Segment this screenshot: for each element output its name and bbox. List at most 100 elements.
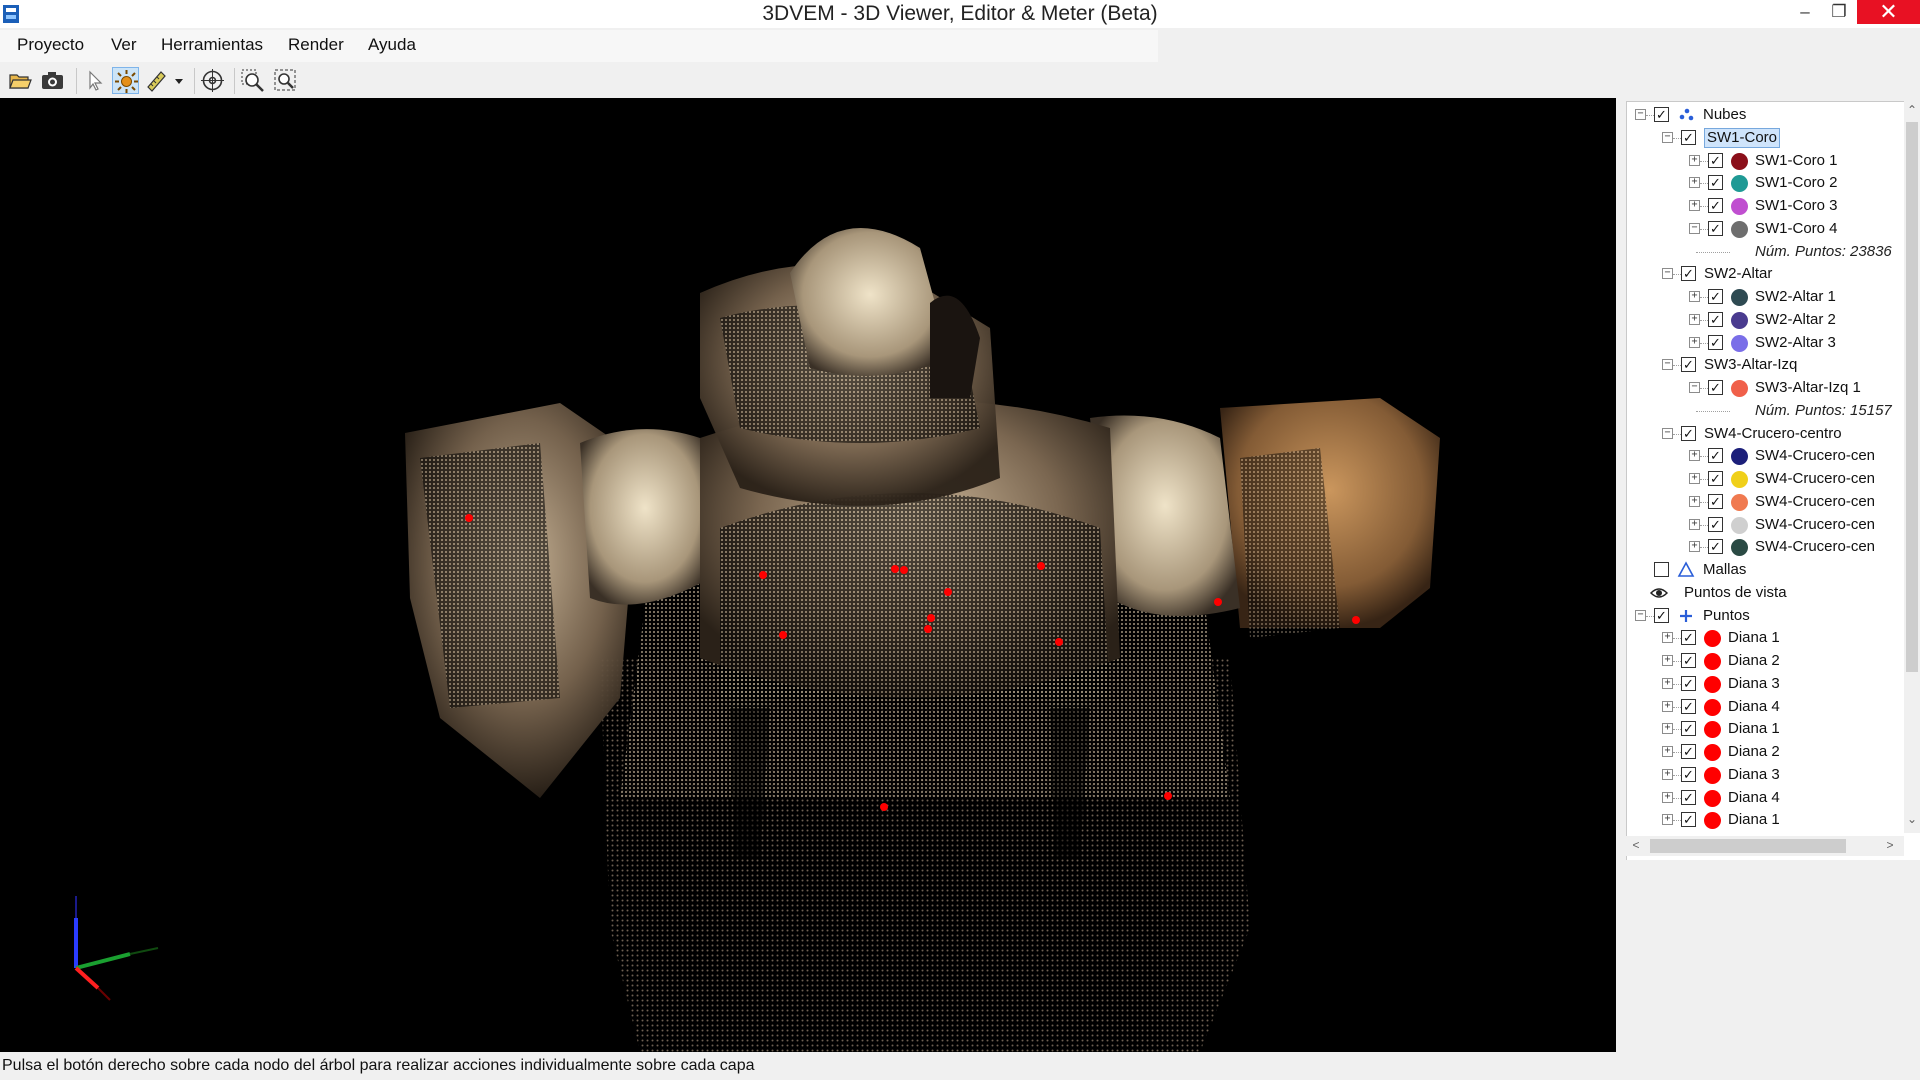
tree-node[interactable]: + ✓ Diana 2 [1627, 741, 1905, 763]
expand-toggle-icon[interactable]: + [1662, 700, 1673, 712]
point-cloud-render[interactable] [0, 98, 1616, 1052]
visibility-checkbox[interactable]: ✓ [1708, 198, 1723, 213]
zoom-extents-icon[interactable] [272, 67, 299, 94]
menu-ver[interactable]: Ver [111, 35, 137, 55]
tree-node-label[interactable]: SW1-Coro 2 [1755, 172, 1838, 194]
expand-toggle-icon[interactable]: + [1689, 450, 1700, 462]
tree-node[interactable]: Mallas [1627, 559, 1905, 581]
tree-node[interactable]: − ✓ SW3-Altar-Izq [1627, 354, 1905, 376]
collapse-toggle-icon[interactable]: − [1689, 382, 1700, 393]
tree-node-label[interactable]: SW2-Altar 3 [1755, 332, 1836, 354]
tree-node-label[interactable]: Diana 2 [1728, 650, 1780, 672]
expand-toggle-icon[interactable]: + [1662, 791, 1673, 803]
expand-toggle-icon[interactable]: + [1662, 655, 1673, 666]
open-folder-icon[interactable] [6, 67, 33, 94]
tree-node-label[interactable]: SW3-Altar-Izq [1704, 354, 1797, 376]
menu-render[interactable]: Render [288, 35, 344, 55]
select-cursor-icon[interactable] [81, 67, 108, 94]
tree-node[interactable]: + ✓ SW4-Crucero-cen [1627, 514, 1905, 536]
visibility-checkbox[interactable]: ✓ [1708, 220, 1723, 236]
expand-toggle-icon[interactable]: + [1689, 518, 1700, 530]
sun-light-icon[interactable] [112, 67, 139, 94]
tree-node[interactable]: − ✓ SW1-Coro [1627, 127, 1905, 149]
measure-ruler-icon[interactable] [143, 67, 170, 94]
visibility-checkbox[interactable]: ✓ [1681, 675, 1696, 691]
visibility-checkbox[interactable]: ✓ [1708, 448, 1723, 464]
visibility-checkbox[interactable]: ✓ [1681, 766, 1696, 782]
tree-node[interactable]: + ✓ Diana 4 [1627, 787, 1905, 809]
tree-node-label[interactable]: SW4-Crucero-cen [1755, 536, 1875, 558]
visibility-checkbox[interactable]: ✓ [1681, 698, 1696, 714]
tree-node[interactable]: + ✓ SW1-Coro 1 [1627, 150, 1905, 172]
scroll-right-arrow[interactable]: > [1882, 838, 1898, 852]
target-orbit-icon[interactable] [199, 67, 226, 94]
tree-node-label[interactable]: Diana 2 [1728, 741, 1780, 763]
expand-toggle-icon[interactable]: + [1689, 154, 1700, 166]
tree-node-label[interactable]: Diana 4 [1728, 787, 1780, 809]
tree-node-label[interactable]: Mallas [1703, 559, 1746, 581]
collapse-toggle-icon[interactable]: − [1662, 427, 1673, 439]
tree-node-label[interactable]: SW2-Altar [1704, 263, 1772, 285]
visibility-checkbox[interactable]: ✓ [1654, 607, 1669, 623]
tree-node[interactable]: + ✓ SW4-Crucero-cen [1627, 468, 1905, 490]
scroll-left-arrow[interactable]: < [1628, 838, 1644, 852]
expand-toggle-icon[interactable]: + [1662, 746, 1673, 757]
minimize-button[interactable]: – [1786, 0, 1824, 24]
horizontal-scroll-thumb[interactable] [1650, 839, 1846, 853]
tree-node-label[interactable]: SW4-Crucero-centro [1704, 423, 1842, 445]
expand-toggle-icon[interactable]: + [1689, 177, 1700, 189]
visibility-checkbox[interactable]: ✓ [1681, 357, 1696, 373]
tree-node-label[interactable]: SW2-Altar 2 [1755, 309, 1836, 331]
expand-toggle-icon[interactable]: + [1689, 313, 1700, 325]
visibility-checkbox[interactable]: ✓ [1708, 311, 1723, 327]
visibility-checkbox[interactable]: ✓ [1681, 630, 1696, 646]
collapse-toggle-icon[interactable]: − [1635, 109, 1646, 120]
visibility-checkbox[interactable]: ✓ [1681, 653, 1696, 668]
dropdown-arrow-icon[interactable] [170, 67, 188, 94]
collapse-toggle-icon[interactable]: − [1662, 359, 1673, 371]
tree-node-label[interactable]: SW1-Coro 3 [1755, 195, 1838, 217]
expand-toggle-icon[interactable]: + [1689, 336, 1700, 348]
tree-node-label[interactable]: SW4-Crucero-cen [1755, 468, 1875, 490]
tree-node-label[interactable]: Nubes [1703, 104, 1746, 126]
tree-node[interactable]: − ✓ SW4-Crucero-centro [1627, 423, 1905, 445]
tree-node[interactable]: + ✓ SW2-Altar 3 [1627, 332, 1905, 354]
menu-herramientas[interactable]: Herramientas [161, 35, 263, 55]
visibility-checkbox[interactable]: ✓ [1708, 289, 1723, 304]
tree-node-label[interactable]: SW4-Crucero-cen [1755, 445, 1875, 467]
visibility-checkbox[interactable]: ✓ [1681, 812, 1696, 828]
visibility-checkbox[interactable]: ✓ [1681, 789, 1696, 805]
tree-node-label[interactable]: Diana 4 [1728, 696, 1780, 718]
expand-toggle-icon[interactable]: + [1662, 768, 1673, 780]
tree-node-label[interactable]: SW1-Coro [1704, 127, 1781, 148]
visibility-checkbox[interactable]: ✓ [1708, 539, 1723, 555]
collapse-toggle-icon[interactable]: − [1662, 268, 1673, 280]
tree-node[interactable]: + ✓ SW4-Crucero-cen [1627, 491, 1905, 513]
visibility-checkbox[interactable]: ✓ [1708, 334, 1723, 350]
visibility-checkbox[interactable]: ✓ [1681, 129, 1696, 145]
tree-node-label[interactable]: SW2-Altar 1 [1755, 286, 1836, 308]
tree-node[interactable]: Núm. Puntos: 23836 [1627, 241, 1905, 263]
tree-node[interactable]: + ✓ Diana 1 [1627, 809, 1905, 831]
tree-node-label[interactable]: Diana 3 [1728, 764, 1780, 786]
tree-node[interactable]: + ✓ Diana 2 [1627, 650, 1905, 672]
tree-node-label[interactable]: Puntos de vista [1684, 582, 1787, 604]
tree-node[interactable]: Núm. Puntos: 15157 [1627, 400, 1905, 422]
tree-node-label[interactable]: SW1-Coro 4 [1755, 218, 1838, 240]
tree-node-label[interactable]: SW4-Crucero-cen [1755, 491, 1875, 513]
tree-node[interactable]: − ✓ SW3-Altar-Izq 1 [1627, 377, 1905, 399]
vertical-scroll-thumb[interactable] [1906, 122, 1918, 672]
tree-node[interactable]: + ✓ Diana 1 [1627, 627, 1905, 649]
tree-node[interactable]: + ✓ Diana 4 [1627, 696, 1905, 718]
zoom-in-icon[interactable] [239, 67, 266, 94]
tree-node-label[interactable]: Diana 1 [1728, 809, 1780, 831]
expand-toggle-icon[interactable]: + [1662, 814, 1673, 826]
expand-toggle-icon[interactable]: + [1662, 632, 1673, 644]
visibility-checkbox[interactable]: ✓ [1708, 380, 1723, 395]
tree-node[interactable]: − ✓ Nubes [1627, 104, 1905, 126]
tree-node[interactable]: + ✓ Diana 3 [1627, 764, 1905, 786]
tree-node[interactable]: + ✓ SW4-Crucero-cen [1627, 445, 1905, 467]
tree-node-label[interactable]: Puntos [1703, 605, 1750, 627]
tree-node-label[interactable]: Diana 3 [1728, 673, 1780, 695]
tree-node[interactable]: + ✓ Diana 1 [1627, 718, 1905, 740]
